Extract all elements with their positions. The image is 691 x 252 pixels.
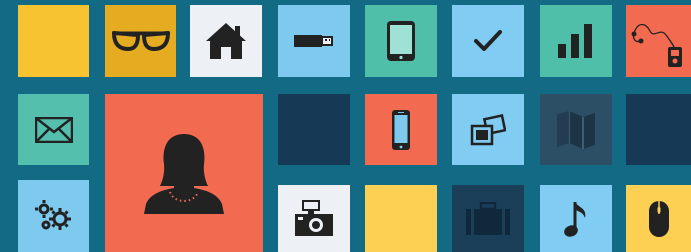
tile-home[interactable] <box>190 5 262 77</box>
tile-briefcase[interactable] <box>452 185 524 252</box>
tile-photos[interactable] <box>452 94 524 165</box>
tile-glasses[interactable] <box>105 5 176 77</box>
signal-bars-icon <box>558 24 594 58</box>
glasses-icon <box>110 29 172 53</box>
mp3-player-icon <box>630 13 688 69</box>
envelope-icon <box>34 116 73 143</box>
tile-yellow-1[interactable] <box>18 5 89 77</box>
user-female-icon <box>144 132 224 214</box>
tile-map[interactable] <box>540 94 612 165</box>
tile-mouse[interactable] <box>626 185 691 252</box>
tile-mail[interactable] <box>18 94 89 165</box>
icon-tile-grid <box>0 0 691 252</box>
house-icon <box>204 21 248 61</box>
tile-camera[interactable] <box>278 185 350 252</box>
computer-mouse-icon <box>648 200 670 238</box>
camera-icon <box>294 199 334 238</box>
tile-tablet[interactable] <box>365 5 437 77</box>
tile-usb[interactable] <box>278 5 350 77</box>
music-note-icon <box>563 200 589 238</box>
gears-icon <box>34 198 74 234</box>
tile-yellow-2[interactable] <box>365 185 437 252</box>
tile-dark-2[interactable] <box>626 94 691 165</box>
tile-dark-1[interactable] <box>278 94 350 165</box>
tile-signal[interactable] <box>540 5 612 77</box>
tile-music[interactable] <box>540 185 612 252</box>
tile-settings[interactable] <box>18 180 89 252</box>
tile-mp3[interactable] <box>626 5 691 77</box>
tablet-icon <box>386 20 416 62</box>
checkmark-icon <box>473 29 503 53</box>
usb-drive-icon <box>294 33 334 49</box>
smartphone-icon <box>391 109 411 151</box>
photos-icon <box>470 113 506 146</box>
tile-user[interactable] <box>105 94 263 252</box>
briefcase-icon <box>465 201 511 236</box>
tile-phone[interactable] <box>365 94 437 165</box>
tile-check[interactable] <box>452 5 524 77</box>
map-icon <box>555 109 597 151</box>
